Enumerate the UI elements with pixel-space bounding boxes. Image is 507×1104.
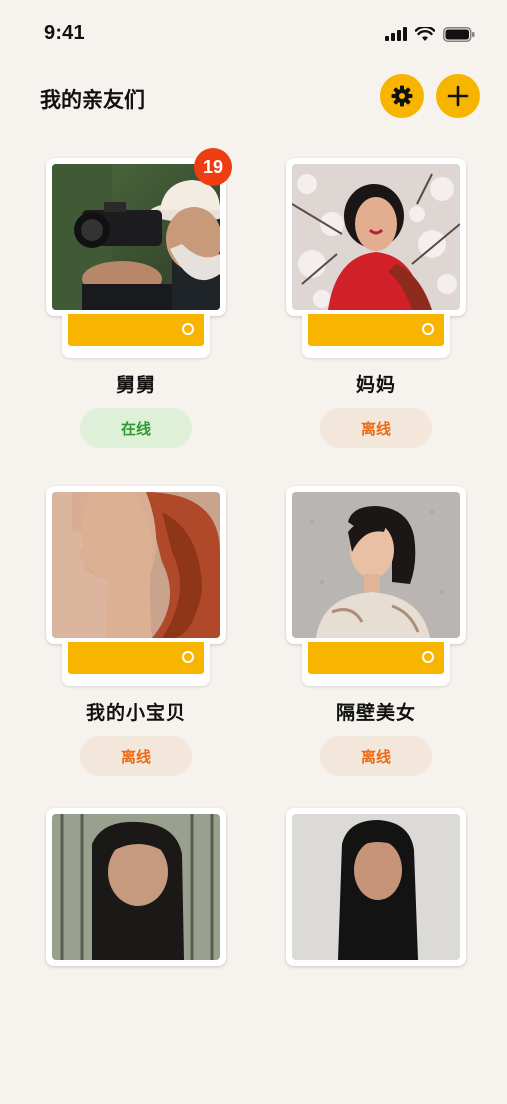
woman-outdoor-image [52, 814, 220, 960]
man-long-hair-image [292, 814, 460, 960]
contact-name: 隔壁美女 [335, 702, 416, 724]
contact-card[interactable]: 妈妈 离线 [286, 154, 466, 454]
contact-photo [52, 492, 220, 638]
stand-bar [308, 314, 444, 346]
add-button[interactable] [436, 74, 480, 118]
contact-photo [292, 814, 460, 960]
status-badge: 在线 [80, 408, 192, 448]
woman-blossom-image [292, 164, 460, 310]
photo-frame [46, 486, 226, 644]
contact-card[interactable]: 隔壁美女 离线 [286, 482, 466, 782]
contact-photo [292, 492, 460, 638]
power-indicator-icon [182, 651, 194, 663]
contact-name: 妈妈 [355, 374, 396, 396]
photo-frame [46, 808, 226, 966]
battery-icon [443, 26, 475, 42]
stand-bar [68, 642, 204, 674]
gear-icon [391, 85, 413, 107]
frame-stand [62, 642, 210, 686]
contact-name: 我的小宝贝 [85, 702, 186, 724]
status-badge: 离线 [320, 736, 432, 776]
status-icons [385, 24, 475, 44]
settings-button[interactable] [380, 74, 424, 118]
woman-short-hair-image [292, 492, 460, 638]
contact-card[interactable]: 我的小宝贝 离线 [46, 482, 226, 782]
status-badge: 离线 [80, 736, 192, 776]
header: 我的亲友们 [0, 70, 507, 130]
status-bar: 9:41 [0, 0, 507, 70]
power-indicator-icon [422, 651, 434, 663]
frame-stand [62, 314, 210, 358]
wifi-icon [415, 26, 435, 41]
contact-card[interactable] [286, 804, 466, 1104]
stand-bar [308, 642, 444, 674]
signal-icon [385, 27, 407, 41]
contact-photo [52, 164, 220, 310]
contact-photo [52, 814, 220, 960]
frame-stand [302, 314, 450, 358]
contact-name: 舅舅 [115, 374, 156, 396]
power-indicator-icon [182, 323, 194, 335]
stand-bar [68, 314, 204, 346]
power-indicator-icon [422, 323, 434, 335]
contact-card[interactable] [46, 804, 226, 1104]
photo-frame [286, 158, 466, 316]
plus-icon [447, 85, 469, 107]
contact-card[interactable]: 19 舅舅 在线 [46, 148, 232, 454]
photo-frame [46, 158, 226, 316]
frame-stand [302, 642, 450, 686]
photographer-image [52, 164, 220, 310]
status-badge: 离线 [320, 408, 432, 448]
unread-badge: 19 [194, 148, 232, 186]
woman-profile-image [52, 492, 220, 638]
photo-frame [286, 808, 466, 966]
photo-frame [286, 486, 466, 644]
status-time: 9:41 [44, 22, 85, 44]
contact-photo [292, 164, 460, 310]
page-title: 我的亲友们 [40, 88, 145, 112]
